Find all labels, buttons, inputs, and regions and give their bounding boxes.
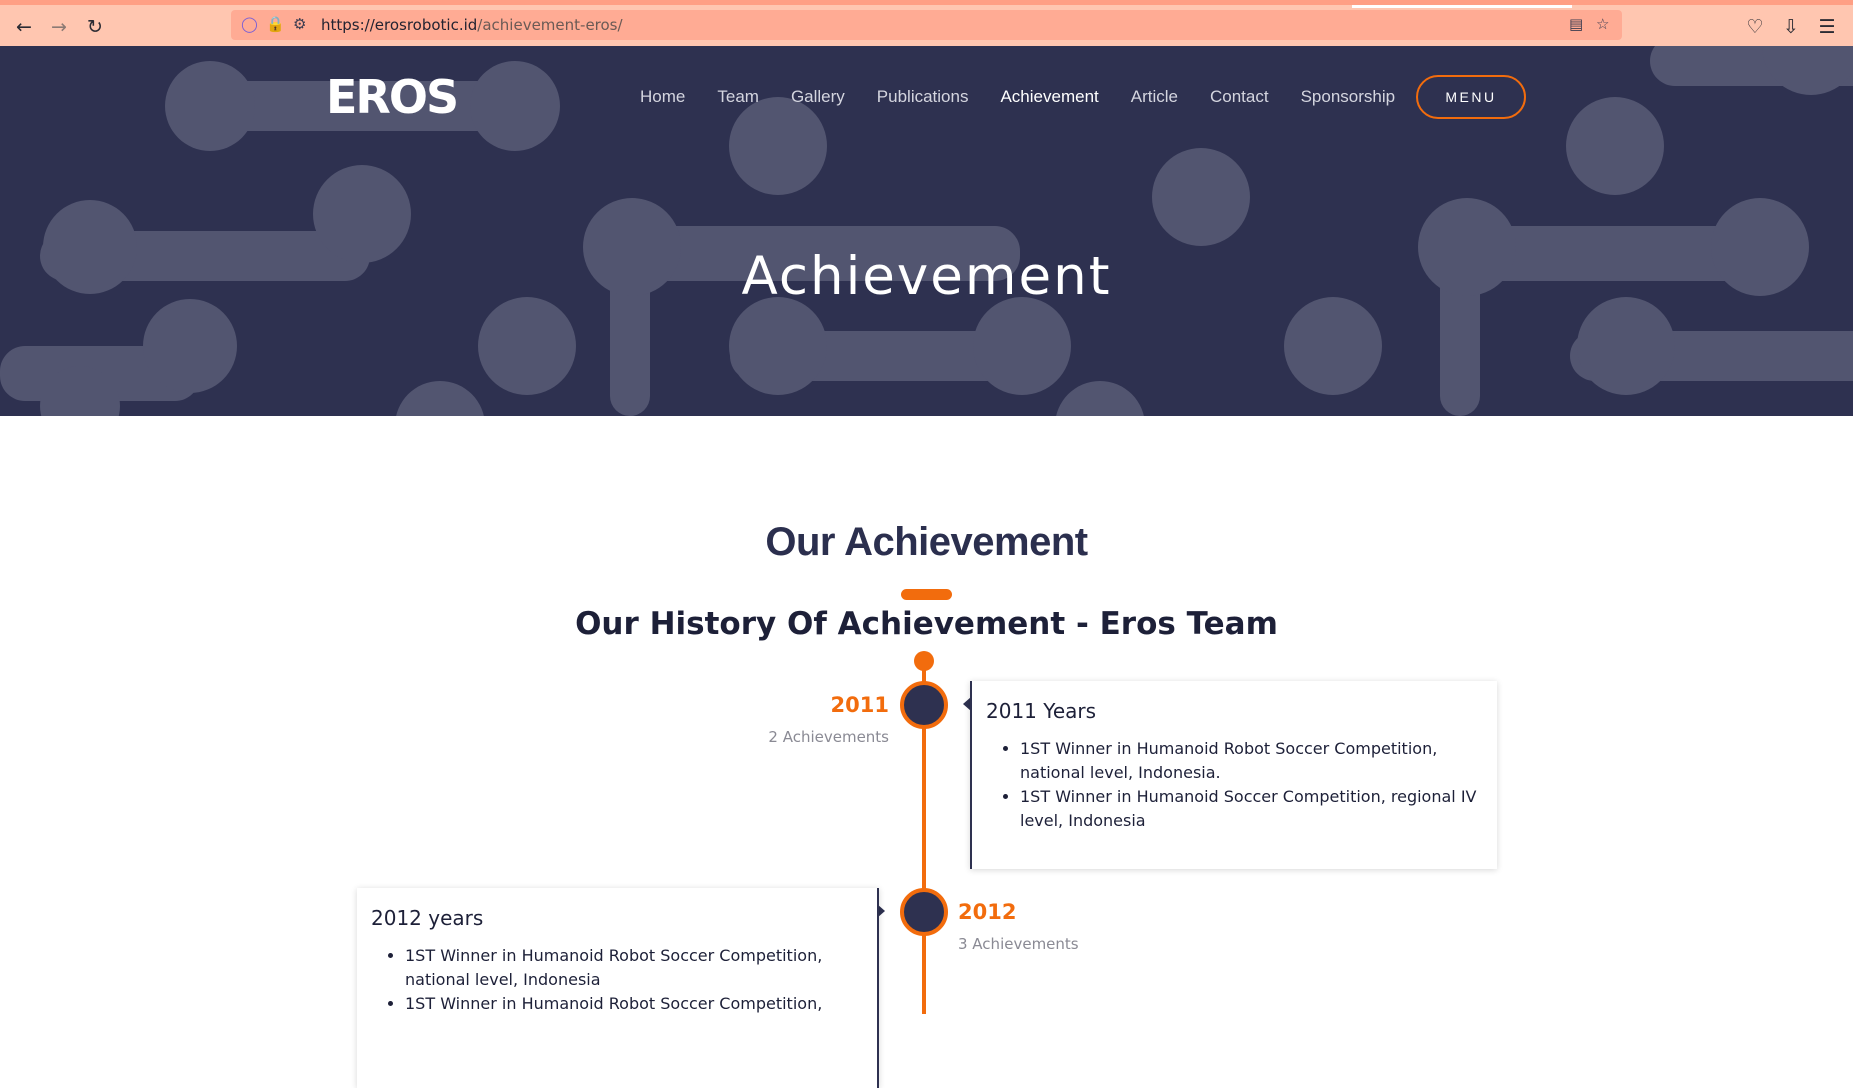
timeline-node-2011 [900,681,948,729]
hero-banner: EROS Home Team Gallery Publications Achi… [0,46,1853,416]
list-item: 1ST Winner in Humanoid Robot Soccer Comp… [405,944,863,992]
eros-logo[interactable]: EROS [326,70,459,124]
nav-contact[interactable]: Contact [1210,87,1269,107]
main-navigation: Home Team Gallery Publications Achieveme… [640,82,1427,112]
url-host: https://erosrobotic.id [321,16,478,34]
timeline-start-dot [914,651,934,671]
logo-text: EROS [326,70,459,124]
nav-publications[interactable]: Publications [877,87,969,107]
achievement-card-2011: 2011 Years 1ST Winner in Humanoid Robot … [970,681,1497,869]
forward-arrow-icon[interactable]: → [46,14,72,40]
menu-button[interactable]: MENU [1416,75,1526,119]
pocket-icon[interactable]: ♡ [1742,14,1768,40]
nav-gallery[interactable]: Gallery [791,87,845,107]
nav-team[interactable]: Team [717,87,759,107]
list-item: 1ST Winner in Humanoid Robot Soccer Comp… [1020,737,1483,785]
title-accent-bar [901,589,952,600]
timeline-year-2011: 2011 [830,693,889,717]
list-item: 1ST Winner in Humanoid Robot Soccer Comp… [405,992,863,1016]
achievement-card-2012: 2012 years 1ST Winner in Humanoid Robot … [357,888,879,1088]
card-title-2012: 2012 years [371,906,484,930]
back-arrow-icon[interactable]: ← [11,14,37,40]
hero-title: Achievement [741,246,1112,307]
timeline-count-2011: 2 Achievements [768,728,889,746]
download-icon[interactable]: ⇩ [1778,14,1804,40]
section-subtitle: Our History Of Achievement - Eros Team [575,606,1278,642]
lock-icon[interactable]: 🔒 [266,15,285,33]
url-text[interactable]: https://erosrobotic.id/achievement-eros/ [321,16,623,34]
timeline-year-2012: 2012 [958,900,1017,924]
section-title: Our Achievement [765,520,1088,564]
reader-mode-icon[interactable]: ▤ [1569,15,1583,33]
reload-icon[interactable]: ↻ [82,14,108,40]
nav-sponsorship[interactable]: Sponsorship [1301,87,1396,107]
achievement-list-2011: 1ST Winner in Humanoid Robot Soccer Comp… [986,737,1483,833]
shield-icon[interactable]: ◯ [241,15,258,33]
address-bar[interactable]: ◯ 🔒 ⚙ https://erosrobotic.id/achievement… [231,10,1622,40]
nav-achievement[interactable]: Achievement [1000,87,1098,107]
nav-article[interactable]: Article [1131,87,1178,107]
url-path: /achievement-eros/ [477,16,623,34]
hamburger-menu-icon[interactable]: ☰ [1814,14,1840,40]
tab-edge [1352,5,1572,8]
timeline-count-2012: 3 Achievements [958,935,1079,953]
nav-home[interactable]: Home [640,87,685,107]
permissions-icon[interactable]: ⚙ [293,15,306,33]
card-title-2011: 2011 Years [986,699,1097,723]
achievement-list-2012: 1ST Winner in Humanoid Robot Soccer Comp… [371,944,863,1016]
browser-toolbar: ← → ↻ ◯ 🔒 ⚙ https://erosrobotic.id/achie… [0,0,1853,46]
list-item: 1ST Winner in Humanoid Soccer Competitio… [1020,785,1483,833]
bookmark-star-icon[interactable]: ☆ [1596,15,1609,33]
timeline-node-2012 [900,888,948,936]
